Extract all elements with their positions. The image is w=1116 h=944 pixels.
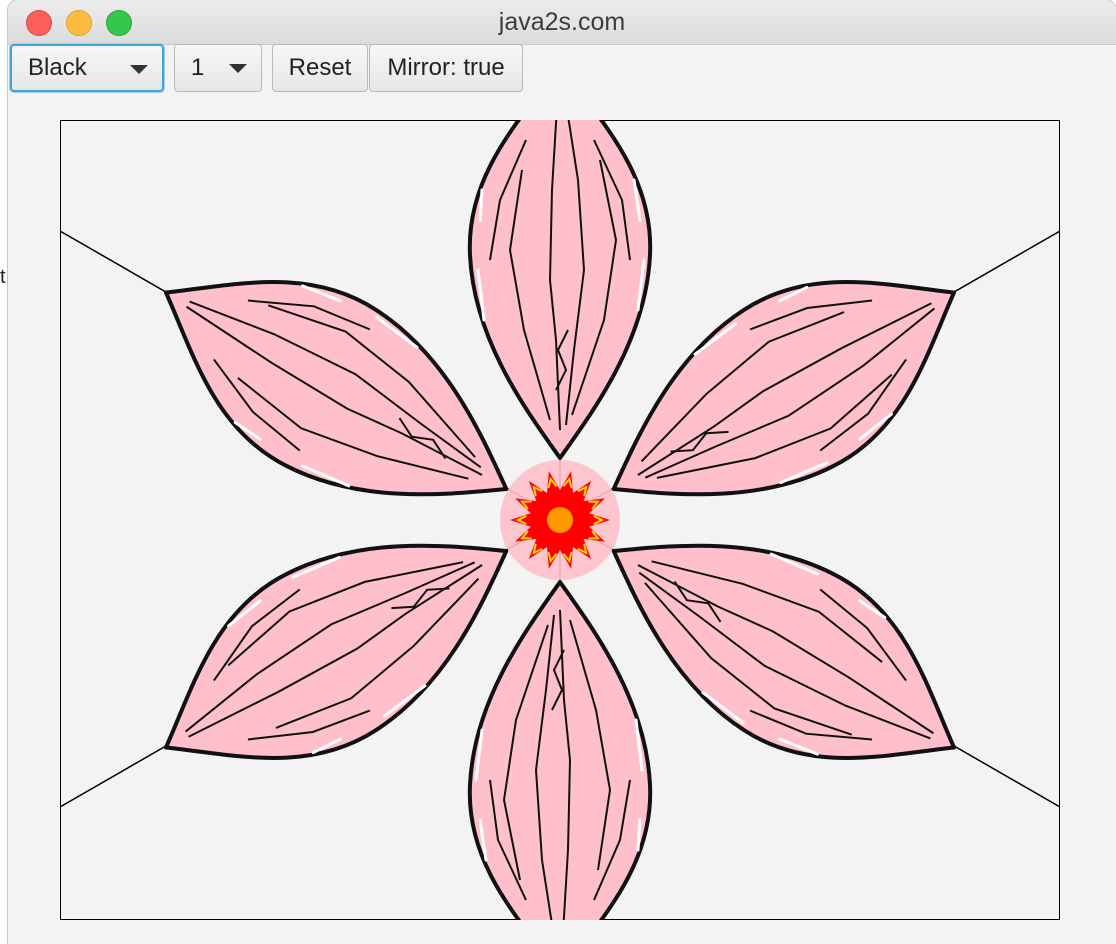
toolbar: Black 1 Reset Mirror: true — [8, 44, 1116, 98]
background-fragment-text: t — [0, 266, 6, 288]
app-window: java2s.com Black 1 Reset Mirror: true — [8, 0, 1116, 944]
flower-center — [500, 460, 620, 580]
title-bar: java2s.com — [8, 0, 1116, 45]
chevron-down-icon — [229, 64, 247, 73]
petal-shape — [467, 580, 653, 920]
petal-highlight — [636, 818, 642, 852]
color-select[interactable]: Black — [10, 44, 164, 92]
petal — [467, 580, 653, 920]
line-width-select-value: 1 — [191, 54, 205, 81]
canvas-svg[interactable] — [60, 120, 1060, 920]
line-width-select[interactable]: 1 — [174, 44, 262, 92]
reset-button[interactable]: Reset — [272, 44, 368, 92]
center-dot — [547, 507, 573, 533]
color-select-value: Black — [28, 54, 87, 81]
petal — [467, 120, 653, 460]
chevron-down-icon — [130, 65, 148, 74]
mirror-toggle-button[interactable]: Mirror: true — [369, 44, 523, 92]
drawing-canvas[interactable] — [60, 120, 1060, 920]
petal-shape — [467, 120, 653, 460]
window-title: java2s.com — [498, 8, 626, 36]
petal-highlight — [478, 188, 484, 222]
